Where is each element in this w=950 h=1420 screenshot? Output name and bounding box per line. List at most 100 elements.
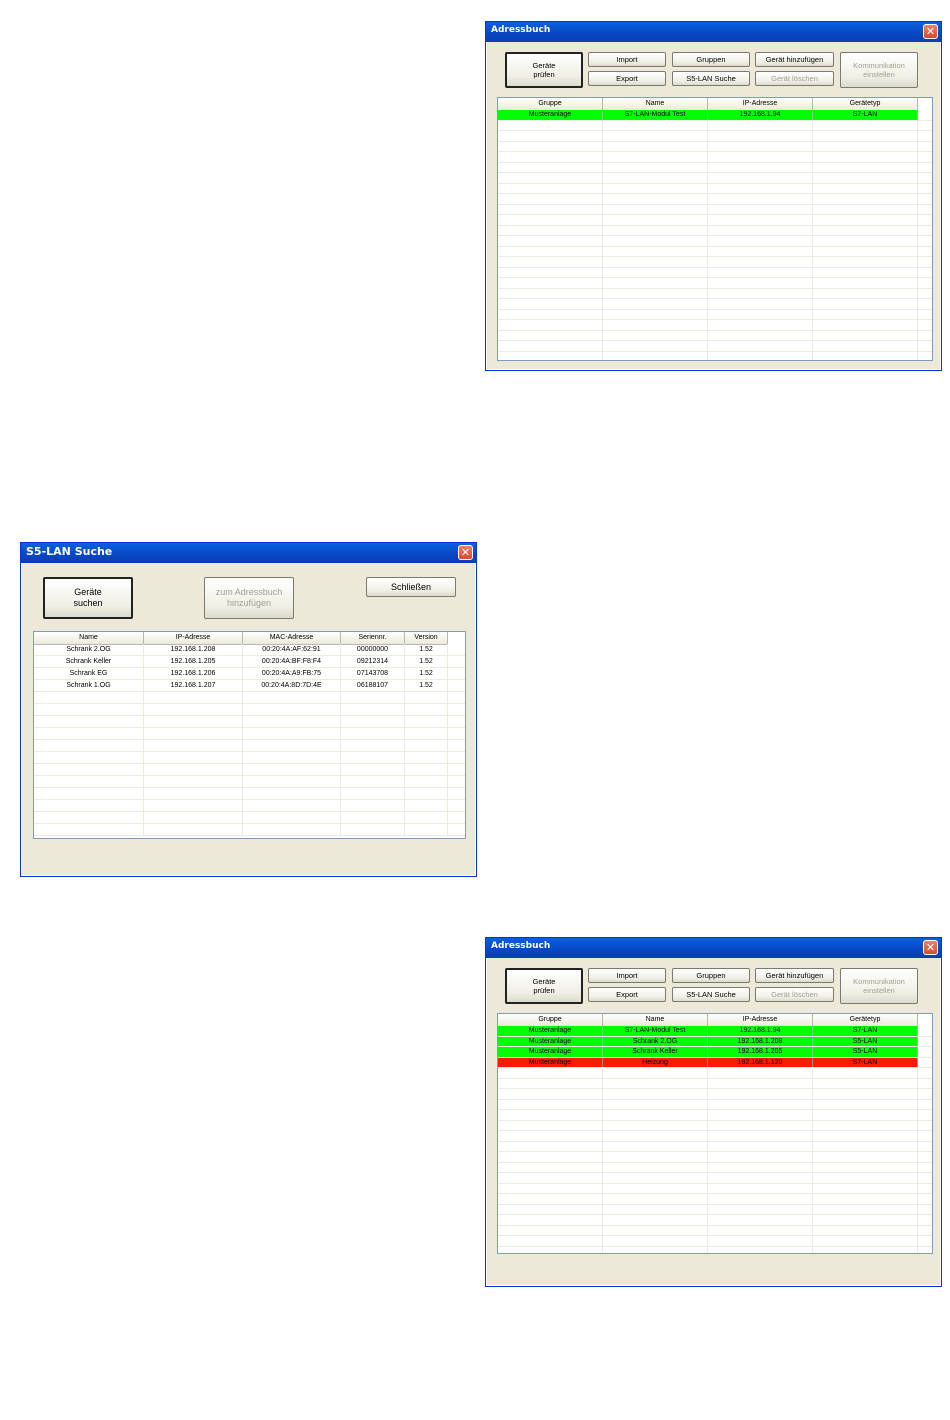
column-header[interactable]: IP-Adresse	[144, 632, 243, 644]
delete-device-button[interactable]: Gerät löschen	[755, 71, 834, 86]
table-cell	[34, 740, 144, 751]
table-cell	[498, 173, 603, 183]
table-cell	[498, 1215, 603, 1225]
table-cell	[603, 351, 708, 360]
table-cell: 192.168.1.205	[708, 1047, 813, 1057]
table-cell	[243, 788, 341, 799]
table-cell	[813, 173, 918, 183]
table-cell: 00:20:4A:AF:62:91	[243, 644, 341, 655]
check-devices-button[interactable]: Geräte prüfen	[505, 968, 583, 1004]
table-cell	[498, 141, 603, 151]
empty-row	[498, 1246, 932, 1253]
table-cell	[603, 1162, 708, 1172]
column-header[interactable]: Name	[603, 98, 708, 110]
title-bar[interactable]: Adressbuch ✕	[486, 22, 941, 42]
table-row[interactable]: Musteranlage Heizung 192.168.1.120 S7-LAN	[498, 1057, 932, 1068]
table-cell	[603, 1141, 708, 1151]
table-cell	[708, 1162, 813, 1172]
table-cell	[144, 740, 243, 751]
add-device-button[interactable]: Gerät hinzufügen	[755, 968, 834, 983]
table-cell	[813, 225, 918, 235]
table-cell	[341, 740, 405, 751]
table-cell	[603, 1068, 708, 1078]
column-header[interactable]: Gruppe	[498, 98, 603, 110]
address-list[interactable]: Gruppe Name IP-Adresse Gerätetyp Mustera…	[497, 1013, 933, 1254]
column-header[interactable]: Gruppe	[498, 1014, 603, 1026]
groups-button[interactable]: Gruppen	[672, 52, 750, 67]
table-cell	[405, 704, 448, 715]
table-cell	[34, 776, 144, 787]
s5lan-search-button[interactable]: S5-LAN Suche	[672, 987, 750, 1002]
export-button[interactable]: Export	[588, 987, 666, 1002]
delete-device-button[interactable]: Gerät löschen	[755, 987, 834, 1002]
add-to-addressbook-button[interactable]: zum Adressbuch hinzufügen	[204, 577, 294, 619]
column-header[interactable]: Gerätetyp	[813, 98, 918, 110]
table-cell	[603, 1246, 708, 1253]
groups-button[interactable]: Gruppen	[672, 968, 750, 983]
import-button[interactable]: Import	[588, 968, 666, 983]
s5lan-search-button[interactable]: S5-LAN Suche	[672, 71, 750, 86]
table-cell	[813, 299, 918, 309]
table-row[interactable]: Schrank 2.OG 192.168.1.208 00:20:4A:AF:62:…	[34, 644, 465, 656]
table-cell	[498, 267, 603, 277]
table-cell	[603, 1089, 708, 1099]
add-device-button[interactable]: Gerät hinzufügen	[755, 52, 834, 67]
export-button[interactable]: Export	[588, 71, 666, 86]
table-row[interactable]: Musteranlage S7-LAN-Modul Test 192.168.1.9…	[498, 110, 932, 121]
table-cell	[708, 351, 813, 360]
close-button[interactable]: Schließen	[366, 577, 456, 597]
table-cell	[708, 246, 813, 256]
column-header[interactable]: Name	[34, 632, 144, 644]
table-cell	[708, 1183, 813, 1193]
table-row[interactable]: Schrank EG 192.168.1.206 00:20:4A:A9:FB:75…	[34, 668, 465, 680]
table-cell	[603, 1204, 708, 1214]
table-row[interactable]: Schrank 1.OG 192.168.1.207 00:20:4A:8D:7D:…	[34, 680, 465, 692]
close-icon[interactable]: ✕	[923, 940, 938, 955]
table-cell	[708, 194, 813, 204]
table-row[interactable]: Musteranlage Schrank Keller 192.168.1.205 S…	[498, 1047, 932, 1058]
title-bar[interactable]: S5-LAN Suche ✕	[21, 543, 476, 563]
table-row[interactable]: Musteranlage Schrank 2.OG 192.168.1.208 S5-…	[498, 1036, 932, 1047]
column-header[interactable]: MAC-Adresse	[243, 632, 341, 644]
column-header[interactable]: IP-Adresse	[708, 1014, 813, 1026]
column-header[interactable]: Gerätetyp	[813, 1014, 918, 1026]
table-cell	[708, 141, 813, 151]
table-cell	[498, 1078, 603, 1088]
table-cell	[813, 341, 918, 351]
table-row[interactable]: Schrank Keller 192.168.1.205 00:20:4A:BF:F…	[34, 656, 465, 668]
table-cell	[603, 309, 708, 319]
table-cell	[405, 776, 448, 787]
search-devices-button[interactable]: Geräte suchen	[43, 577, 133, 619]
communication-settings-button[interactable]: Kommunikation einstellen	[840, 968, 918, 1004]
table-cell	[813, 1099, 918, 1109]
table-cell: Musteranlage	[498, 1026, 603, 1036]
table-cell: 00000000	[341, 644, 405, 655]
table-cell	[813, 1215, 918, 1225]
table-row[interactable]: Musteranlage S7-LAN-Modul Test 192.168.1.9…	[498, 1026, 932, 1037]
import-button[interactable]: Import	[588, 52, 666, 67]
communication-settings-button[interactable]: Kommunikation einstellen	[840, 52, 918, 88]
table-cell	[144, 788, 243, 799]
table-cell	[603, 131, 708, 141]
search-results-list[interactable]: Name IP-Adresse MAC-Adresse Seriennr. Ve…	[33, 631, 466, 839]
table-cell	[603, 288, 708, 298]
column-header[interactable]: IP-Adresse	[708, 98, 813, 110]
table-cell	[708, 215, 813, 225]
column-header[interactable]: Version	[405, 632, 448, 644]
column-header[interactable]: Name	[603, 1014, 708, 1026]
table-cell	[498, 1141, 603, 1151]
empty-row	[498, 1215, 932, 1226]
close-icon[interactable]: ✕	[458, 545, 473, 560]
column-header[interactable]: Seriennr.	[341, 632, 405, 644]
table-cell	[405, 728, 448, 739]
title-bar[interactable]: Adressbuch ✕	[486, 938, 941, 958]
table-cell	[813, 278, 918, 288]
check-devices-button[interactable]: Geräte prüfen	[505, 52, 583, 88]
table-cell	[603, 1131, 708, 1141]
table-cell	[341, 788, 405, 799]
table-cell	[498, 1068, 603, 1078]
address-list[interactable]: Gruppe Name IP-Adresse Gerätetyp Mustera…	[497, 97, 933, 361]
close-icon[interactable]: ✕	[923, 24, 938, 39]
table-cell: S7-LAN-Modul Test	[603, 110, 708, 120]
empty-row	[498, 257, 932, 268]
